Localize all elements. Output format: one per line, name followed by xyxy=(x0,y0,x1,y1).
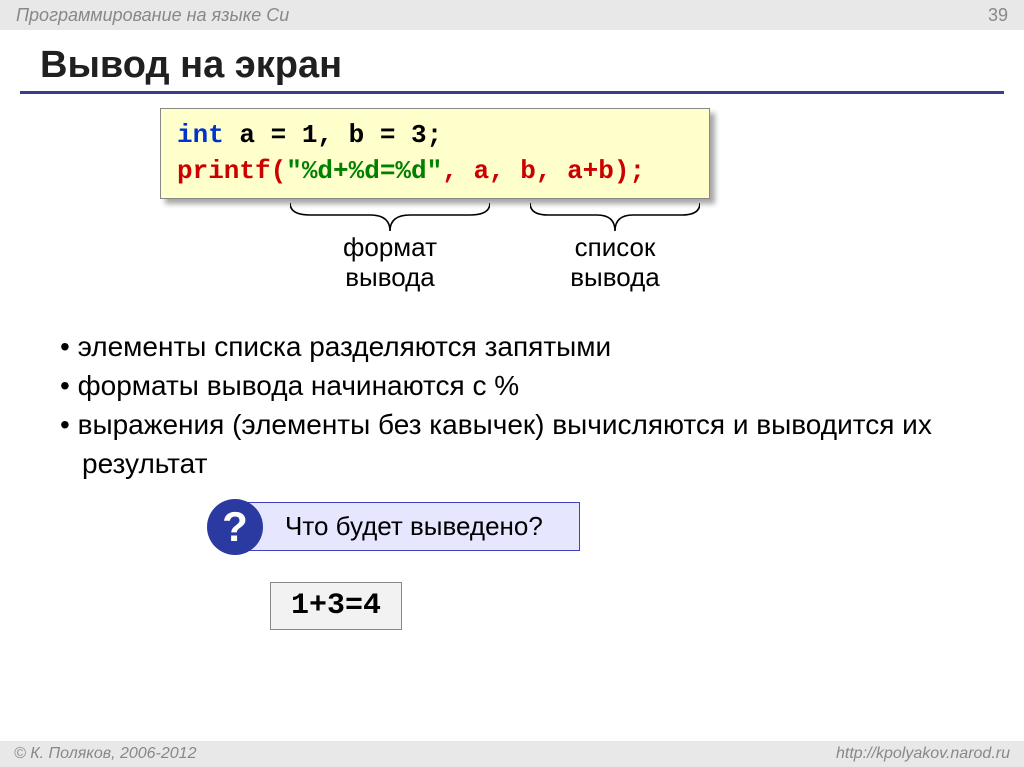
bullet-item: элементы списка разделяются запятыми xyxy=(82,327,1002,366)
footer-copyright: © К. Поляков, 2006-2012 xyxy=(14,745,196,763)
slide-title: Вывод на экран xyxy=(40,44,1024,87)
format-string: "%d+%d=%d" xyxy=(286,156,442,186)
keyword-int: int xyxy=(177,120,224,150)
question-text: Что будет выведено? xyxy=(285,511,543,541)
page-number: 39 xyxy=(988,5,1008,26)
bullet-list: элементы списка разделяются запятыми фор… xyxy=(50,327,1024,484)
brace-list xyxy=(530,203,700,233)
code-line-1: int a = 1, b = 3; xyxy=(177,117,693,153)
printf-args: , a, b, a+b); xyxy=(442,156,645,186)
bullet-item: выражения (элементы без кавычек) вычисля… xyxy=(82,405,1002,483)
code-box: int a = 1, b = 3; printf("%d+%d=%d", a, … xyxy=(160,108,710,199)
footer-url: http://kpolyakov.narod.ru xyxy=(836,745,1010,763)
annotations: формат вывода список вывода xyxy=(0,203,1024,323)
printf-call: printf( xyxy=(177,156,286,186)
code-line-2: printf("%d+%d=%d", a, b, a+b); xyxy=(177,153,693,189)
label-format-l1: формат xyxy=(343,232,437,262)
question-row: ? Что будет выведено? xyxy=(230,502,1024,562)
brace-format xyxy=(290,203,490,233)
code-line1-rest: a = 1, b = 3; xyxy=(224,120,442,150)
label-format: формат вывода xyxy=(290,233,490,293)
footer-bar: © К. Поляков, 2006-2012 http://kpolyakov… xyxy=(0,741,1024,767)
question-box: ? Что будет выведено? xyxy=(230,502,580,551)
result-box: 1+3=4 xyxy=(270,582,402,630)
header-bar: Программирование на языке Си 39 xyxy=(0,0,1024,30)
label-list-l1: список xyxy=(575,232,656,262)
label-list-l2: вывода xyxy=(570,262,660,292)
question-mark-icon: ? xyxy=(207,499,263,555)
title-underline xyxy=(20,91,1004,94)
label-format-l2: вывода xyxy=(345,262,435,292)
header-subject: Программирование на языке Си xyxy=(16,5,289,26)
label-list: список вывода xyxy=(530,233,700,293)
bullet-item: форматы вывода начинаются с % xyxy=(82,366,1002,405)
